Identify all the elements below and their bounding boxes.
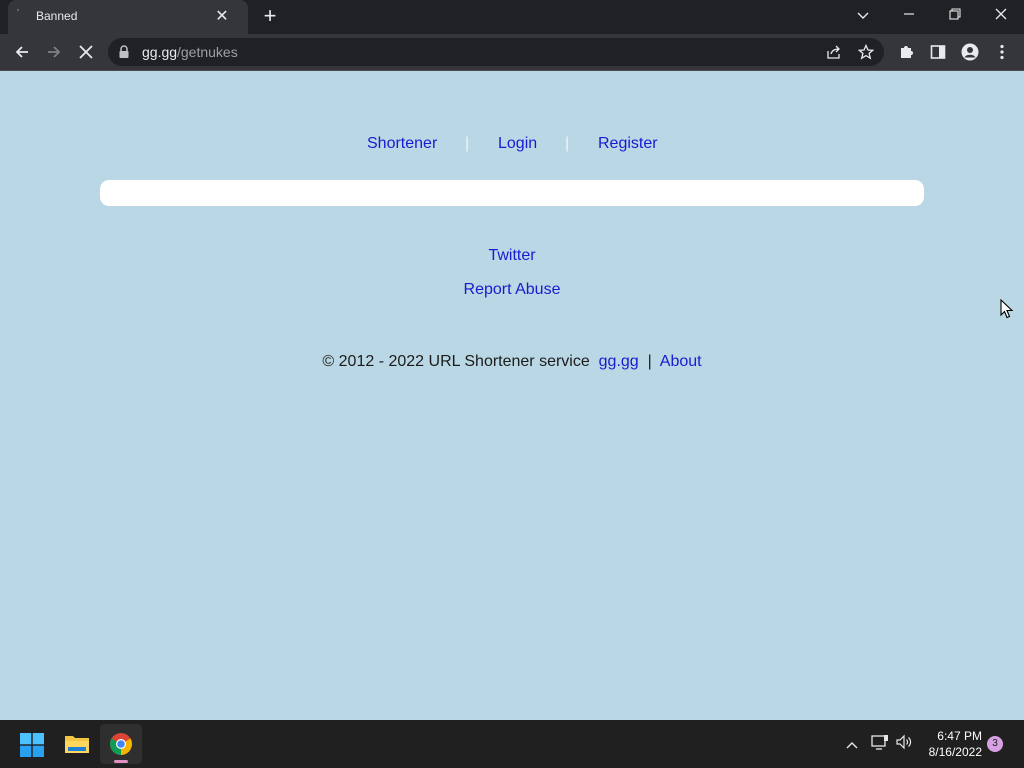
nav-register-link[interactable]: Register	[598, 135, 658, 153]
nav-shortener-link[interactable]: Shortener	[367, 135, 437, 153]
lock-icon	[119, 45, 129, 58]
bookmark-star-icon[interactable]	[854, 40, 878, 64]
twitter-link-row: Twitter	[0, 247, 1024, 265]
minimize-button[interactable]	[886, 0, 932, 30]
chevron-up-icon[interactable]	[841, 734, 863, 754]
tab-search-icon[interactable]	[840, 0, 886, 30]
toolbar-divider	[0, 70, 1024, 71]
close-window-button[interactable]	[978, 0, 1024, 30]
forward-button[interactable]	[41, 39, 67, 65]
nav-separator: |	[565, 135, 570, 152]
network-icon[interactable]	[869, 734, 891, 754]
loading-favicon-icon: ʼ	[16, 8, 20, 20]
close-tab-icon[interactable]: ✕	[212, 7, 232, 27]
url-host: gg.gg	[142, 44, 178, 60]
content-banner	[100, 180, 924, 206]
menu-kebab-icon[interactable]	[990, 40, 1014, 64]
footer-divider: |	[647, 353, 652, 370]
footer: © 2012 - 2022 URL Shortener service gg.g…	[0, 353, 1024, 371]
tab-title: Banned	[36, 9, 78, 23]
file-explorer-icon[interactable]	[64, 733, 90, 755]
profile-icon[interactable]	[958, 40, 982, 64]
clock-time[interactable]: 6:47 PM	[924, 729, 982, 743]
site-link[interactable]: gg.gg	[599, 353, 639, 370]
running-indicator	[114, 760, 128, 763]
nav-login-link[interactable]: Login	[498, 135, 537, 153]
volume-icon[interactable]	[893, 734, 915, 754]
windows-start-icon[interactable]	[20, 733, 44, 757]
url-path: /getnukes	[177, 44, 238, 60]
share-icon[interactable]	[822, 40, 846, 64]
new-tab-button[interactable]: +	[258, 5, 282, 29]
copyright-text: © 2012 - 2022 URL Shortener service	[322, 353, 590, 370]
extensions-icon[interactable]	[894, 40, 918, 64]
restore-button[interactable]	[932, 0, 978, 30]
notification-badge[interactable]: 3	[987, 736, 1003, 752]
chrome-icon	[110, 733, 132, 755]
stop-loading-button[interactable]	[73, 39, 99, 65]
report-abuse-row: Report Abuse	[0, 281, 1024, 299]
about-link[interactable]: About	[660, 353, 702, 370]
twitter-link[interactable]: Twitter	[488, 247, 535, 264]
report-abuse-link[interactable]: Report Abuse	[464, 281, 561, 298]
clock-date[interactable]: 8/16/2022	[914, 745, 982, 759]
side-panel-icon[interactable]	[926, 40, 950, 64]
mouse-cursor-icon	[1000, 299, 1014, 319]
back-button[interactable]	[9, 39, 35, 65]
nav-separator: |	[465, 135, 470, 152]
